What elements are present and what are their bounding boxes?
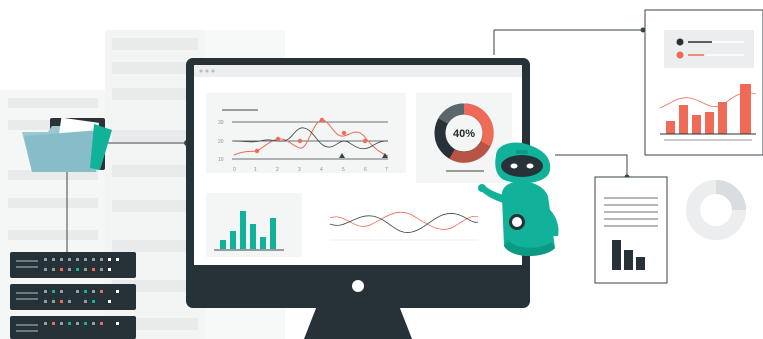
- legend-bar-card: [644, 9, 763, 156]
- x-tick: 6: [364, 167, 367, 173]
- bar-chart-panel: [206, 193, 302, 257]
- wave-chart-panel: [320, 193, 482, 257]
- document-icon: [594, 176, 668, 284]
- y-tick: 20: [218, 139, 224, 145]
- line-chart-panel: 30 20 10 0 1 2 3 4 5 6 7: [206, 93, 406, 173]
- monitor-power-dot: [352, 280, 364, 292]
- y-tick: 30: [218, 120, 224, 126]
- x-tick: 7: [385, 167, 388, 173]
- donut-chart-icon: [686, 180, 746, 240]
- y-tick: 10: [218, 157, 224, 163]
- x-tick: 1: [254, 167, 257, 173]
- donut-percent-label: 40%: [453, 128, 475, 140]
- server-rack-icon: [10, 252, 136, 339]
- illustration-scene: 30 20 10 0 1 2 3 4 5 6 7 40%: [0, 9, 763, 339]
- x-tick: 2: [276, 167, 279, 173]
- x-tick: 0: [233, 167, 236, 173]
- x-tick: 5: [342, 167, 345, 173]
- x-tick: 4: [320, 167, 323, 173]
- x-tick: 3: [298, 167, 301, 173]
